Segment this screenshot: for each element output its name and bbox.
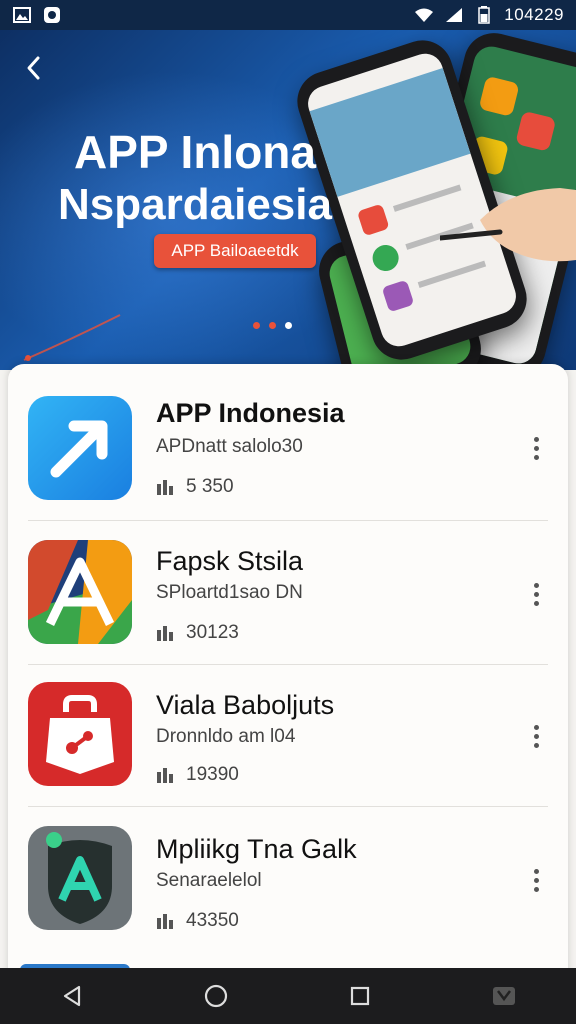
gallery-icon [12, 6, 32, 24]
app-subtitle: Senaraelelol [156, 870, 262, 891]
banner-title-line2: Nspardaiesia [58, 180, 332, 229]
carousel-dot-3[interactable] [285, 322, 292, 329]
status-bar: 104229 [0, 0, 576, 30]
wifi-icon [414, 6, 434, 24]
download-count-icon [157, 626, 173, 641]
download-count-icon [157, 768, 173, 783]
battery-icon [474, 6, 494, 24]
banner-cta-button[interactable]: APP Bailoaeetdk [154, 234, 316, 268]
signal-icon [444, 6, 464, 24]
app-name: Fapsk Stsila [156, 546, 304, 576]
app-name: APP Indonesia [156, 398, 345, 428]
home-circle-icon[interactable] [196, 976, 236, 1016]
app-list-item[interactable]: Mpliikg Tna Galk Senaraelelol 43350 [28, 826, 548, 966]
download-count-icon [157, 480, 173, 495]
divider [28, 806, 548, 807]
more-options-icon[interactable] [524, 716, 548, 756]
carousel-dot-2[interactable] [269, 322, 276, 329]
more-options-icon[interactable] [524, 428, 548, 468]
app-list-item[interactable]: APP Indonesia APDnatt salolo30 5 350 [28, 396, 548, 536]
app-subtitle: APDnatt salolo30 [156, 436, 303, 457]
app-notification-icon [42, 6, 62, 24]
app-stat: 43350 [156, 910, 239, 932]
more-options-icon[interactable] [524, 574, 548, 614]
app-stat: 5 350 [156, 476, 234, 498]
divider [28, 520, 548, 521]
app-stat-value: 43350 [186, 910, 239, 931]
app-name: Viala Baboljuts [156, 690, 335, 720]
back-button[interactable] [18, 52, 50, 84]
back-triangle-icon[interactable] [52, 976, 92, 1016]
app-stat: 19390 [156, 764, 239, 786]
banner-swoosh-decoration [23, 314, 121, 361]
banner-title-line1: APP Inlona [74, 126, 316, 178]
app-subtitle: SPloartd1sao DN [156, 582, 303, 603]
download-count-icon [157, 914, 173, 929]
app-list-item[interactable]: Fapsk Stsila SPloartd1sao DN 30123 [28, 540, 548, 680]
a-letter-app-icon[interactable] [28, 540, 132, 644]
carousel-dot-1[interactable] [253, 322, 260, 329]
app-stat-value: 30123 [186, 622, 239, 643]
divider [28, 664, 548, 665]
shield-a-app-icon[interactable] [28, 826, 132, 930]
status-time: 104229 [504, 5, 564, 24]
arrow-app-icon[interactable] [28, 396, 132, 500]
system-nav-bar [0, 968, 576, 1024]
assistant-icon[interactable] [484, 976, 524, 1016]
app-stat: 30123 [156, 622, 239, 644]
bag-app-icon[interactable] [28, 682, 132, 786]
carousel-dots[interactable] [253, 322, 292, 329]
app-subtitle: Dronnldo am l04 [156, 726, 296, 747]
app-name: Mpliikg Tna Galk [156, 834, 357, 864]
app-stat-value: 5 350 [186, 476, 234, 497]
hand-with-stylus-illustration [440, 188, 576, 262]
app-stat-value: 19390 [186, 764, 239, 785]
promo-banner[interactable]: APP Inlona Nspardaiesia APP Bailoaeetdk [0, 30, 576, 370]
more-options-icon[interactable] [524, 860, 548, 900]
app-list-card: APP Indonesia APDnatt salolo30 5 350 Fap… [8, 364, 568, 1004]
app-list-item[interactable]: Viala Baboljuts Dronnldo am l04 19390 [28, 682, 548, 822]
recents-square-icon[interactable] [340, 976, 380, 1016]
